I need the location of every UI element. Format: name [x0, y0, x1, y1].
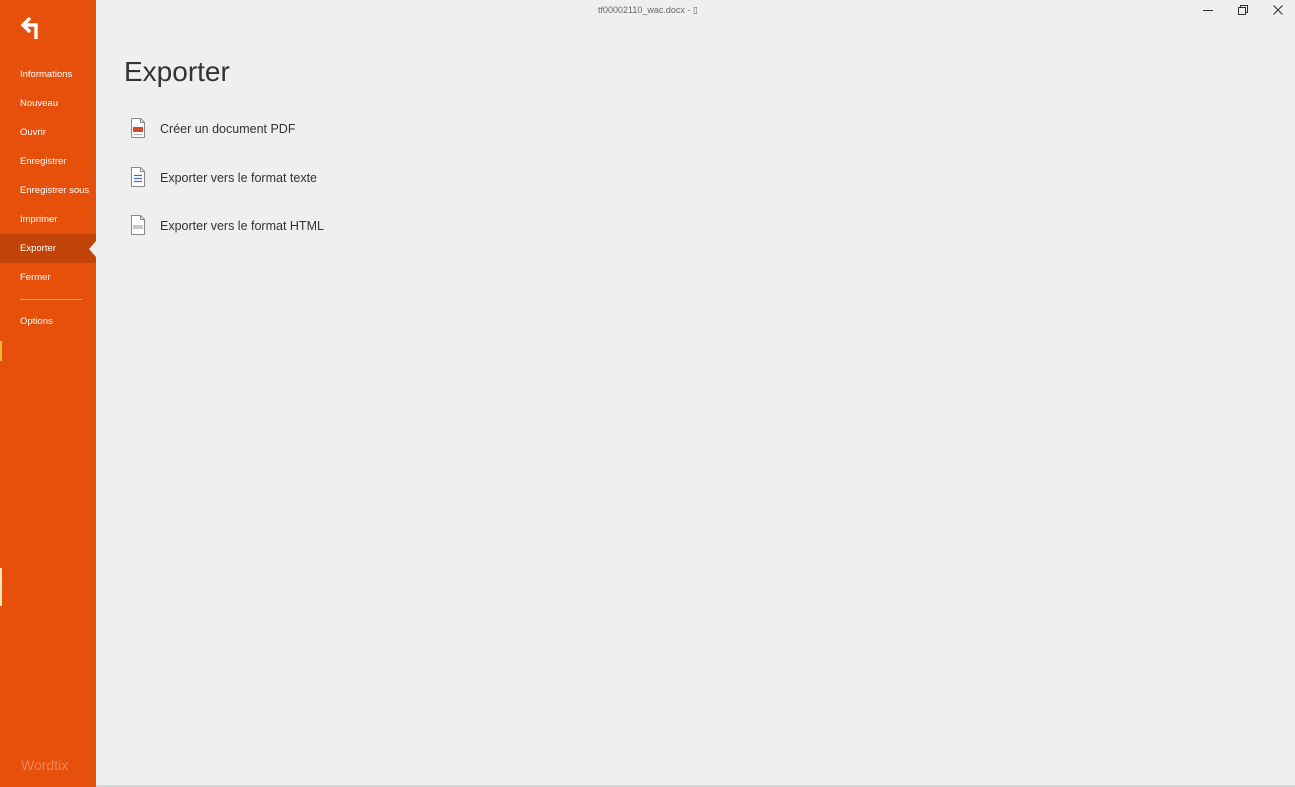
app-brand-logo: Wordtix [21, 757, 69, 773]
close-button[interactable] [1261, 0, 1295, 20]
nav-item-imprimer[interactable]: Imprimer [0, 205, 96, 234]
nav-item-exporter[interactable]: Exporter [0, 234, 96, 263]
app-window: Informations Nouveau Ouvrir Enregistrer … [0, 0, 1295, 787]
sidebar-edge-accent [0, 568, 2, 606]
restore-icon [1238, 5, 1248, 15]
sidebar-edge-accent [0, 341, 2, 361]
html-file-icon [131, 215, 145, 235]
minimize-button[interactable] [1191, 0, 1225, 20]
document-title: tf00002110_wac.docx - ▯ [598, 5, 698, 15]
back-arrow-icon [20, 16, 38, 39]
restore-button[interactable] [1226, 0, 1260, 20]
nav-item-nouveau[interactable]: Nouveau [0, 89, 96, 118]
backstage-nav: Informations Nouveau Ouvrir Enregistrer … [0, 60, 96, 336]
pdf-file-icon [131, 118, 145, 138]
page-title: Exporter [124, 56, 230, 87]
nav-item-enregistrer[interactable]: Enregistrer [0, 147, 96, 176]
nav-item-fermer[interactable]: Fermer [0, 263, 96, 292]
nav-item-informations[interactable]: Informations [0, 60, 96, 89]
nav-item-ouvrir[interactable]: Ouvrir [0, 118, 96, 147]
back-button[interactable] [16, 12, 48, 44]
minimize-icon [1203, 10, 1213, 11]
export-text-label: Exporter vers le format texte [160, 170, 318, 185]
export-pdf-label: Créer un document PDF [160, 122, 296, 136]
export-html-option[interactable]: Exporter vers le format HTML [128, 210, 324, 259]
export-html-label: Exporter vers le format HTML [160, 219, 324, 233]
nav-item-options[interactable]: Options [0, 307, 96, 336]
export-options-list: Créer un document PDF Exporter vers le f… [128, 113, 324, 259]
nav-divider [20, 299, 82, 300]
text-file-icon [131, 166, 145, 187]
close-icon [1273, 5, 1283, 15]
backstage-sidebar: Informations Nouveau Ouvrir Enregistrer … [0, 0, 96, 787]
export-text-option[interactable]: Exporter vers le format texte [128, 162, 324, 211]
export-pdf-option[interactable]: Créer un document PDF [128, 113, 324, 162]
nav-item-enregistrer-sous[interactable]: Enregistrer sous [0, 176, 96, 205]
